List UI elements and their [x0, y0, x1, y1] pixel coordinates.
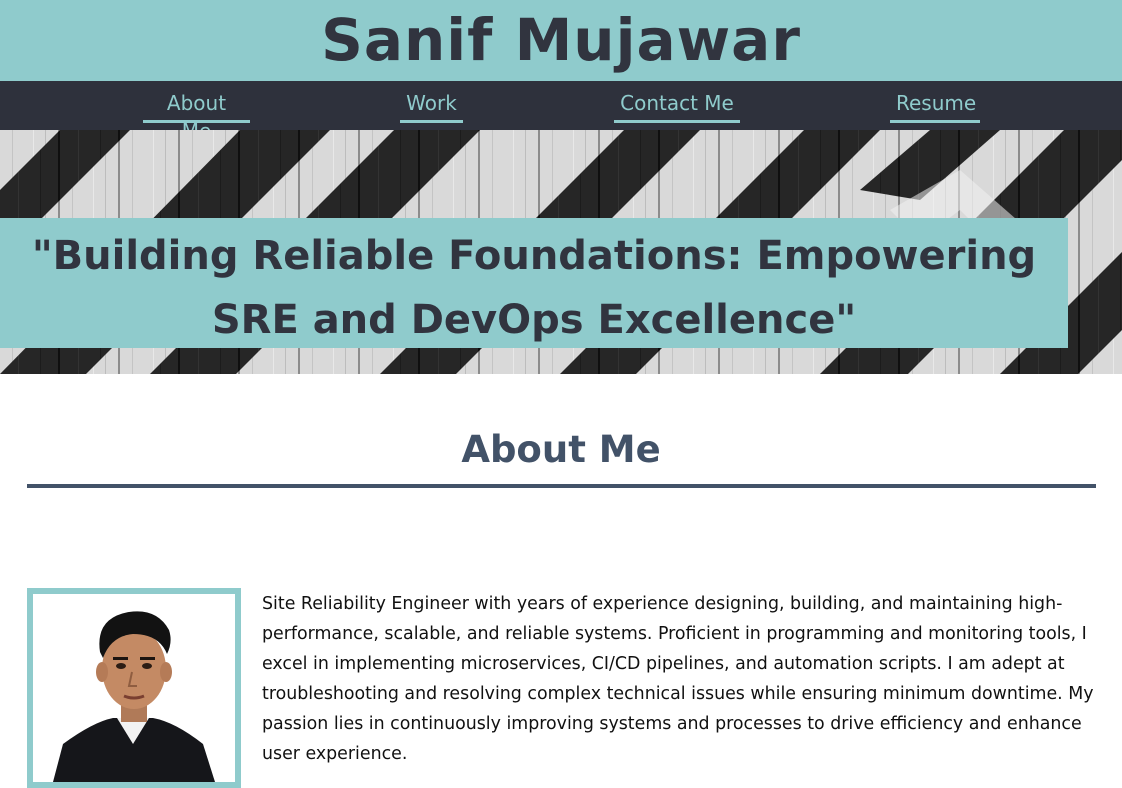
- site-title: Sanif Mujawar: [321, 6, 801, 74]
- main-nav: About Me Work Contact Me Resume: [0, 81, 1122, 143]
- profile-portrait-image: [33, 594, 235, 782]
- tagline-banner: "Building Reliable Foundations: Empoweri…: [0, 218, 1068, 348]
- about-me-bio: Site Reliability Engineer with years of …: [262, 594, 1094, 764]
- about-me-heading: About Me: [461, 428, 661, 471]
- nav-link-contact-me[interactable]: Contact Me: [614, 89, 740, 123]
- nav-link-work[interactable]: Work: [400, 89, 463, 123]
- hero-banner: "Building Reliable Foundations: Empoweri…: [0, 130, 1122, 374]
- nav-link-resume[interactable]: Resume: [890, 89, 980, 123]
- hero-tagline: "Building Reliable Foundations: Empoweri…: [31, 233, 1037, 343]
- section-divider: [27, 484, 1096, 488]
- profile-photo: [27, 588, 241, 788]
- site-header: Sanif Mujawar: [0, 0, 1122, 81]
- nav-link-about-me[interactable]: About Me: [143, 89, 250, 143]
